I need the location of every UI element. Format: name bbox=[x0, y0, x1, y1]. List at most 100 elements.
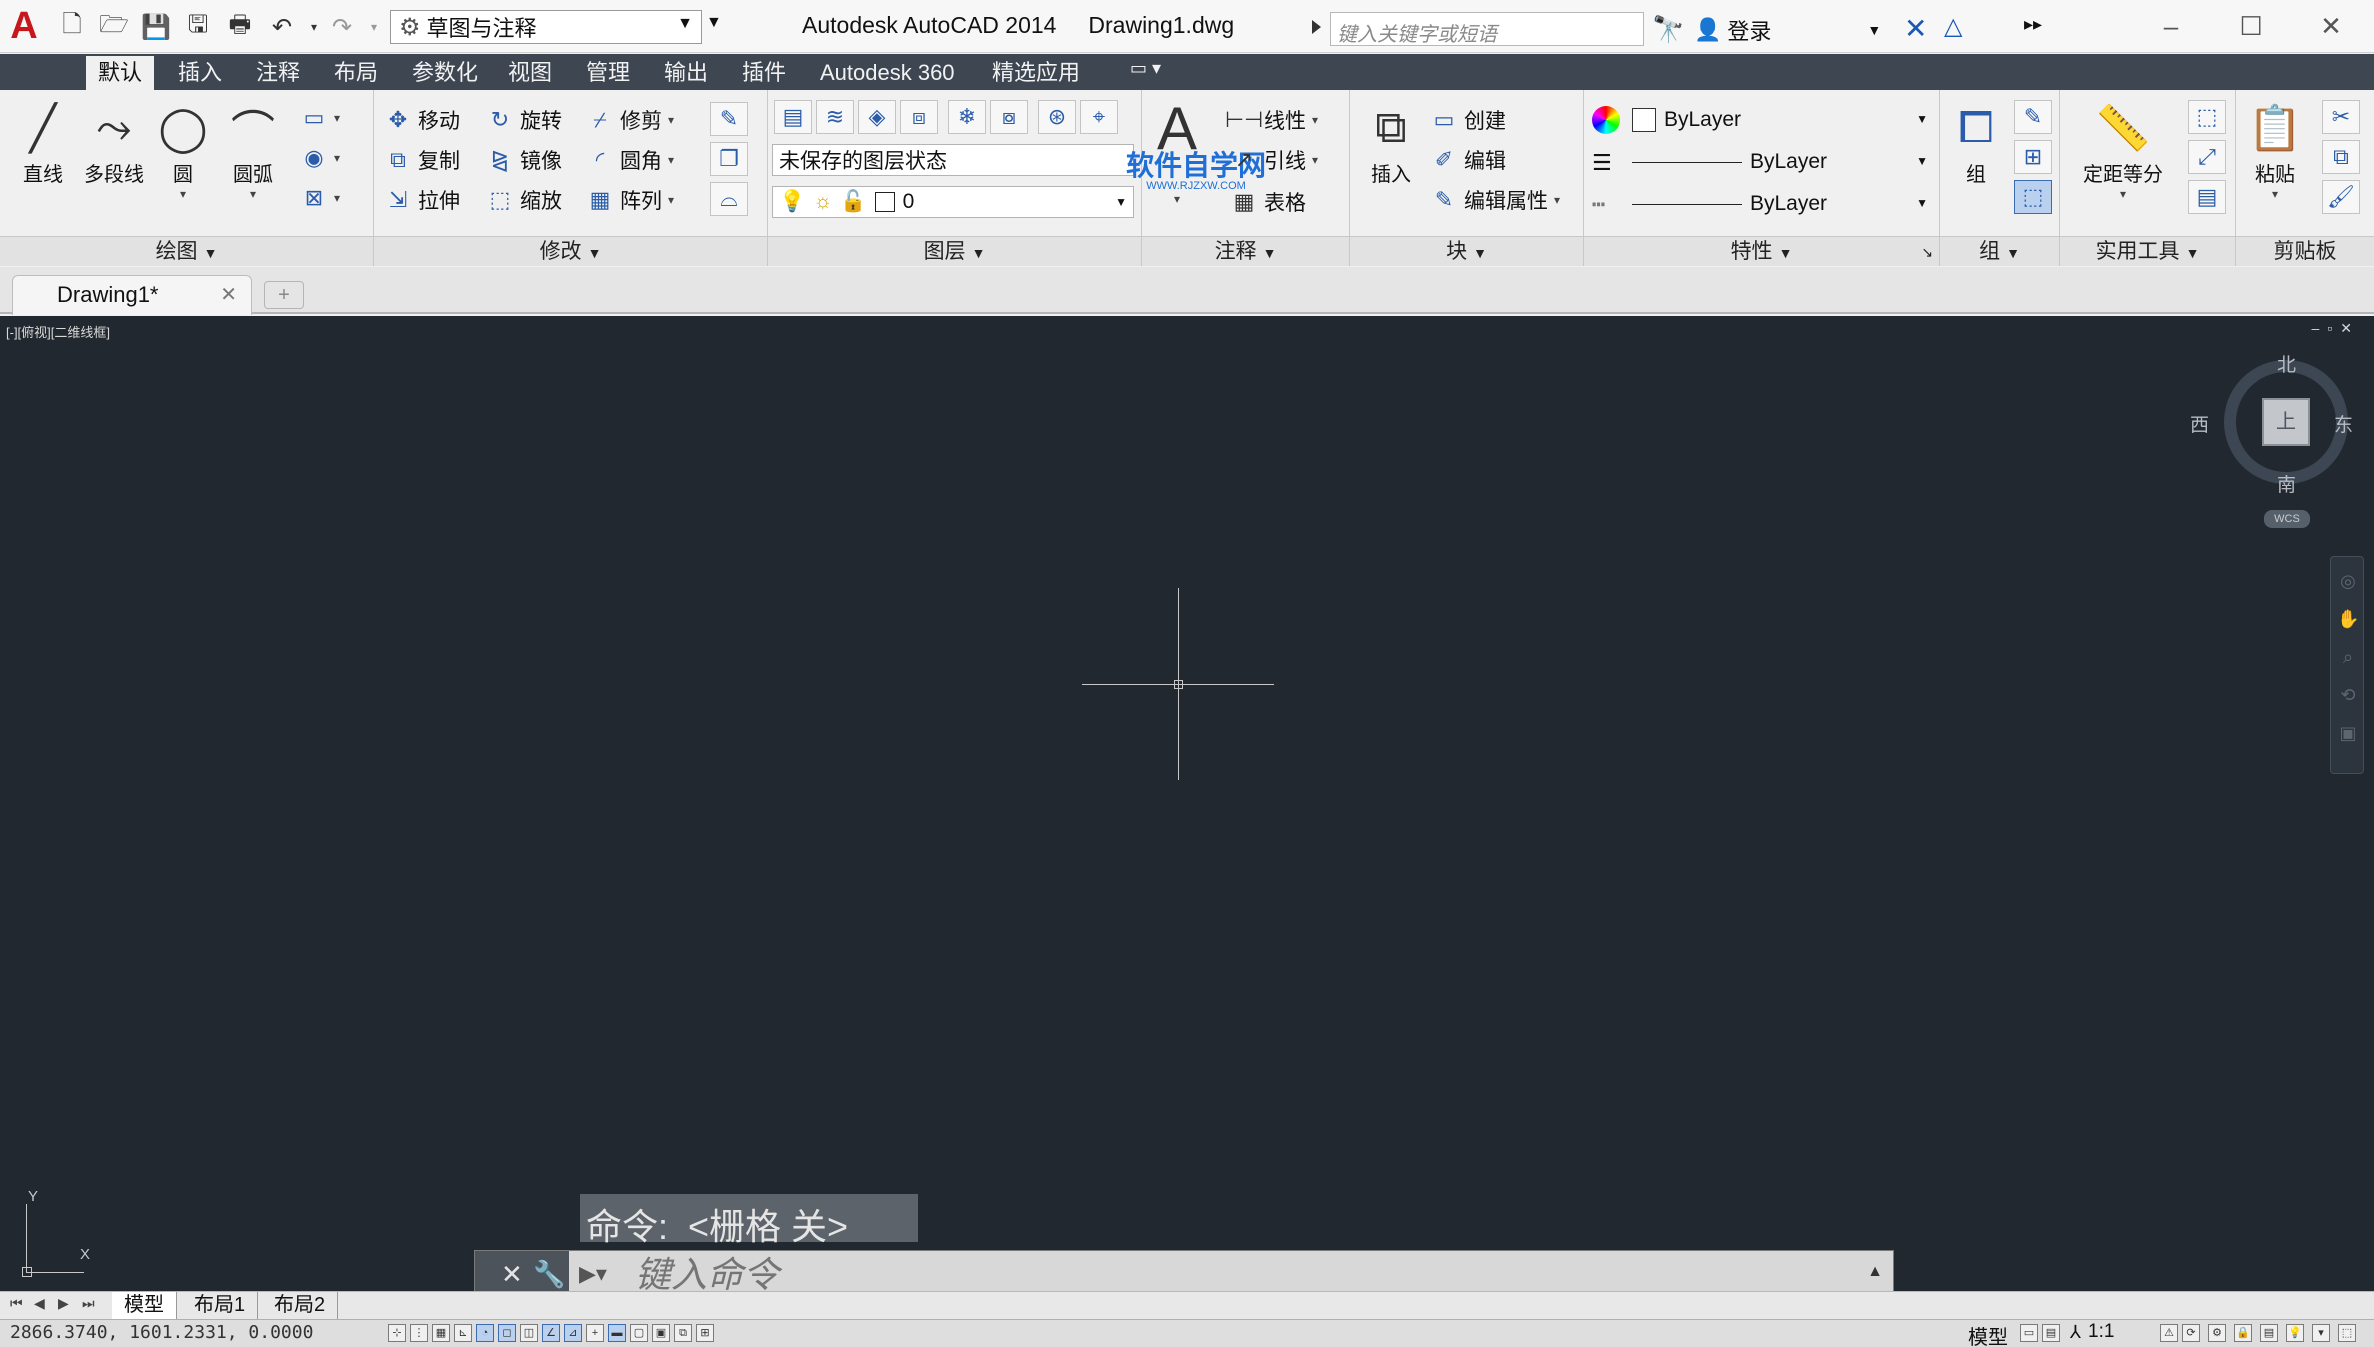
sign-in-button[interactable]: 👤 登录 ▼ bbox=[1694, 14, 1881, 46]
snap-mode-icon[interactable]: ⋮ bbox=[410, 1324, 428, 1342]
close-icon[interactable]: ✕ bbox=[501, 1259, 523, 1290]
paste-tool[interactable]: 📋 粘贴 ▾ bbox=[2242, 98, 2308, 201]
tab-layout1[interactable]: 布局1 bbox=[182, 1292, 259, 1319]
rectangle-tool[interactable]: ▭ ▾ bbox=[300, 102, 340, 134]
wcs-menu[interactable]: WCS bbox=[2264, 510, 2310, 528]
group-edit-icon[interactable]: ⊞ bbox=[2014, 140, 2052, 174]
color-select[interactable]: ByLayer ▼ bbox=[1626, 104, 1934, 136]
hatch-tool[interactable]: ◉ ▾ bbox=[300, 142, 340, 174]
workspace-switching-icon[interactable]: ⚙ bbox=[2208, 1324, 2226, 1342]
offset-icon[interactable]: ⌓ bbox=[710, 182, 748, 216]
file-tab-drawing1[interactable]: Drawing1* ✕ bbox=[12, 275, 252, 315]
explode-icon[interactable]: ❐ bbox=[710, 142, 748, 176]
redo-dropdown-icon[interactable]: ▾ bbox=[358, 12, 390, 42]
tab-autodesk-360[interactable]: Autodesk 360 bbox=[808, 56, 967, 90]
binoculars-icon[interactable]: 🔭 bbox=[1652, 14, 1684, 45]
cursor-coordinates[interactable]: 2866.3740, 1601.2331, 0.0000 bbox=[10, 1322, 313, 1343]
clean-screen-icon[interactable]: ⬚ bbox=[2338, 1324, 2356, 1342]
showmotion-icon[interactable]: ▣ bbox=[2337, 723, 2359, 745]
viewport-window-controls[interactable]: –▫✕ bbox=[2312, 320, 2360, 337]
auto-scale-icon[interactable]: ⟳ bbox=[2182, 1324, 2200, 1342]
orbit-icon[interactable]: ⟲ bbox=[2337, 685, 2359, 707]
object-snap-icon[interactable]: ◻ bbox=[498, 1324, 516, 1342]
circle-tool[interactable]: ◯ 圆 ▾ bbox=[152, 98, 214, 202]
region-tool[interactable]: ⊠ ▾ bbox=[300, 182, 340, 214]
pan-icon[interactable]: ✋ bbox=[2337, 609, 2359, 631]
mirror-tool[interactable]: ⧎ 镜像 bbox=[486, 144, 562, 176]
cut-icon[interactable]: ✂ bbox=[2322, 100, 2360, 134]
compass-west[interactable]: 西 bbox=[2190, 410, 2209, 437]
close-icon[interactable]: ✕ bbox=[220, 282, 237, 307]
move-tool[interactable]: ✥ 移动 bbox=[384, 104, 460, 136]
measure-tool[interactable]: 📏 定距等分 ▾ bbox=[2068, 98, 2178, 201]
object-snap-tracking-icon[interactable]: ∠ bbox=[542, 1324, 560, 1342]
compass-north[interactable]: 北 bbox=[2277, 350, 2296, 377]
layer-off-icon[interactable]: ◈ bbox=[858, 100, 896, 134]
dynamic-ucs-icon[interactable]: ⊿ bbox=[564, 1324, 582, 1342]
search-input[interactable]: 键入关键字或短语 bbox=[1330, 12, 1644, 46]
first-layout-icon[interactable]: ⏮ bbox=[10, 1295, 28, 1312]
tab-manage[interactable]: 管理 bbox=[574, 56, 642, 90]
copy-clip-icon[interactable]: ⧉ bbox=[2322, 140, 2360, 174]
arc-tool[interactable]: ⌒ 圆弧 ▾ bbox=[222, 98, 284, 201]
layers-panel-title[interactable]: 图层 ▼ bbox=[768, 236, 1141, 266]
edit-attributes-tool[interactable]: ✎ 编辑属性 ▾ bbox=[1430, 184, 1560, 216]
exchange-apps-icon[interactable]: ✕ bbox=[1904, 12, 1927, 45]
linetype-select[interactable]: ByLayer ▼ bbox=[1626, 188, 1934, 220]
selection-cycling-icon[interactable]: ⧉ bbox=[674, 1324, 692, 1342]
annotation-visibility-icon[interactable]: ⚠ bbox=[2160, 1324, 2178, 1342]
ribbon-minimize-icon[interactable]: ▭ ▾ bbox=[1130, 58, 1161, 79]
annotation-monitor-icon[interactable]: ⊞ bbox=[696, 1324, 714, 1342]
viewcube-top-face[interactable]: 上 bbox=[2262, 398, 2310, 446]
next-layout-icon[interactable]: ▶ bbox=[58, 1295, 76, 1312]
close-button[interactable]: ✕ bbox=[2306, 8, 2356, 44]
zoom-icon[interactable]: ⌕ bbox=[2337, 647, 2359, 669]
lineweight-display-icon[interactable]: ▬ bbox=[608, 1324, 626, 1342]
recent-commands-icon[interactable]: ▶▾ bbox=[579, 1261, 607, 1287]
rotate-tool[interactable]: ↻ 旋转 bbox=[486, 104, 562, 136]
layer-walk-icon[interactable]: ⌖ bbox=[1080, 100, 1118, 134]
transparency-icon[interactable]: ▢ bbox=[630, 1324, 648, 1342]
scale-tool[interactable]: ⬚ 缩放 bbox=[486, 184, 562, 216]
annotation-panel-title[interactable]: 注释 ▼ bbox=[1142, 236, 1349, 266]
linear-dimension-tool[interactable]: ⊢⊣ 线性 ▾ bbox=[1225, 104, 1318, 136]
lock-ui-icon[interactable]: 🔒 bbox=[2234, 1324, 2252, 1342]
tab-output[interactable]: 输出 bbox=[652, 56, 720, 90]
tab-layout2[interactable]: 布局2 bbox=[262, 1292, 339, 1319]
line-tool[interactable]: ╱ 直线 bbox=[12, 98, 74, 187]
wrench-icon[interactable]: 🔧 bbox=[533, 1259, 565, 1290]
grid-icon[interactable]: ▦ bbox=[432, 1324, 450, 1342]
viewport-controls[interactable]: [-][俯视][二维线框] bbox=[6, 322, 110, 341]
search-expand-icon[interactable] bbox=[1312, 20, 1321, 34]
redo-icon[interactable]: ↷ bbox=[326, 12, 358, 42]
customize-qat-icon[interactable]: ▼ bbox=[706, 14, 726, 42]
quick-view-layouts-icon[interactable]: ▭ bbox=[2020, 1324, 2038, 1342]
match-properties-icon[interactable]: 🖌 bbox=[2322, 180, 2360, 214]
trim-tool[interactable]: ⌿ 修剪 ▾ bbox=[586, 104, 674, 136]
layer-properties-icon[interactable]: ▤ bbox=[774, 100, 812, 134]
clipboard-panel-title[interactable]: 剪贴板 bbox=[2236, 236, 2374, 266]
application-menu-button[interactable]: A bbox=[4, 6, 44, 46]
fillet-tool[interactable]: ◜ 圆角 ▾ bbox=[586, 144, 674, 176]
infer-constraints-icon[interactable]: ⊹ bbox=[388, 1324, 406, 1342]
compass-south[interactable]: 南 bbox=[2277, 470, 2296, 497]
properties-panel-title[interactable]: 特性 ▼ ↘ bbox=[1584, 236, 1939, 266]
open-file-icon[interactable]: 🗁 bbox=[98, 11, 130, 42]
drawing-canvas[interactable]: [-][俯视][二维线框] –▫✕ 上 北 南 西 东 WCS ◎ ✋ ⌕ ⟲ … bbox=[0, 316, 2374, 1291]
tab-insert[interactable]: 插入 bbox=[166, 56, 234, 90]
stretch-tool[interactable]: ⇲ 拉伸 bbox=[384, 184, 460, 216]
layer-match-icon[interactable]: ⊛ bbox=[1038, 100, 1076, 134]
previous-layout-icon[interactable]: ◀ bbox=[34, 1295, 52, 1312]
plot-icon[interactable]: 🖶 bbox=[224, 11, 256, 42]
layer-isolate-icon[interactable]: ⧈ bbox=[900, 100, 938, 134]
create-block-tool[interactable]: ▭ 创建 bbox=[1430, 104, 1506, 136]
utilities-panel-title[interactable]: 实用工具 ▼ bbox=[2060, 236, 2235, 266]
tab-view[interactable]: 视图 bbox=[496, 56, 564, 90]
tab-annotate[interactable]: 注释 bbox=[244, 56, 312, 90]
quick-properties-icon[interactable]: ▣ bbox=[652, 1324, 670, 1342]
block-panel-title[interactable]: 块 ▼ bbox=[1350, 236, 1583, 266]
steering-wheel-icon[interactable]: ◎ bbox=[2337, 571, 2359, 593]
copy-tool[interactable]: ⧉ 复制 bbox=[384, 144, 460, 176]
group-selection-icon[interactable]: ⬚ bbox=[2014, 180, 2052, 214]
compass-east[interactable]: 东 bbox=[2334, 410, 2353, 437]
